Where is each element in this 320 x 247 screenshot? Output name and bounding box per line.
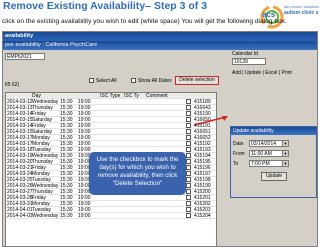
row-checkbox[interactable] bbox=[186, 117, 191, 122]
availability-window: availability pse availability : Californ… bbox=[2, 31, 318, 247]
row-checkbox[interactable] bbox=[186, 165, 191, 170]
row-day: Wednesday bbox=[32, 213, 59, 219]
row-checkbox[interactable] bbox=[186, 141, 191, 146]
window-subtitle: pse availability : California PsychCare bbox=[3, 41, 317, 50]
row-checkbox[interactable] bbox=[186, 153, 191, 158]
date-value: 03/14/2014 bbox=[251, 141, 277, 147]
show-all-dates-label: Show All Dates bbox=[138, 78, 172, 84]
instruction-callout: Use the checkbox to mark the day(s) for … bbox=[89, 152, 186, 195]
calendar-id-field[interactable]: 10139 bbox=[232, 58, 266, 65]
row-checkbox[interactable] bbox=[186, 159, 191, 164]
row-checkbox[interactable] bbox=[186, 105, 191, 110]
to-label: To bbox=[233, 161, 239, 167]
row-end-time: 19:00 bbox=[78, 213, 91, 219]
checkbox-icon bbox=[89, 78, 94, 84]
record-id-field[interactable]: EMP62021 bbox=[5, 53, 45, 60]
show-all-dates-checkbox[interactable]: Show All Dates bbox=[131, 78, 172, 84]
excel-link[interactable]: Excel bbox=[265, 70, 277, 76]
row-start-time: 15:30 bbox=[60, 213, 73, 219]
chevron-down-icon[interactable]: ▼ bbox=[282, 141, 288, 146]
delete-selection-button[interactable]: Delete selection bbox=[175, 76, 219, 85]
row-checkbox[interactable] bbox=[186, 129, 191, 134]
print-link[interactable]: Print bbox=[282, 70, 292, 76]
calendar-id-label: Calendar Id bbox=[232, 51, 258, 57]
to-value: 7:00 PM bbox=[251, 161, 270, 167]
slide-title: Remove Existing Availability– Step 3 of … bbox=[3, 0, 208, 12]
pointer-arrow-icon bbox=[193, 116, 228, 126]
from-label: From bbox=[233, 151, 245, 157]
update-availability-dialog: Update availability Date 03/14/2014 ▼ Fro… bbox=[230, 126, 317, 198]
instruction-text: click on the existing availability you w… bbox=[2, 18, 287, 25]
row-checkbox[interactable] bbox=[186, 135, 191, 140]
date-label: Date bbox=[233, 141, 244, 147]
checkbox-icon bbox=[131, 78, 136, 84]
table-row[interactable]: 2014-04-02 Wednesday 15:30 19:00 415204 bbox=[6, 213, 216, 219]
select-all-label: Select All bbox=[96, 78, 117, 84]
row-checkbox[interactable] bbox=[186, 111, 191, 116]
update-link[interactable]: Update bbox=[245, 70, 261, 76]
row-checkbox[interactable] bbox=[186, 99, 191, 104]
from-time-select[interactable]: 11:00 AM ▼ bbox=[249, 150, 289, 157]
row-checkbox[interactable] bbox=[186, 147, 191, 152]
window-title: availability bbox=[3, 32, 317, 41]
update-button[interactable]: Update bbox=[261, 172, 287, 181]
row-checkbox[interactable] bbox=[186, 183, 191, 188]
row-checkbox[interactable] bbox=[186, 177, 191, 182]
row-checkbox[interactable] bbox=[186, 189, 191, 194]
date-picker[interactable]: 03/14/2014 ▼ bbox=[249, 140, 289, 147]
from-value: 11:00 AM bbox=[251, 151, 272, 157]
row-id: 415204 bbox=[194, 213, 211, 219]
filter-code-text: 65 62) bbox=[5, 82, 20, 88]
row-checkbox[interactable] bbox=[186, 171, 191, 176]
row-checkbox[interactable] bbox=[186, 207, 191, 212]
row-checkbox[interactable] bbox=[186, 123, 191, 128]
logo-tagline: fall person stabilizer bbox=[284, 4, 320, 9]
row-date: 2014-04-02 bbox=[7, 213, 33, 219]
to-time-select[interactable]: 7:00 PM ▼ bbox=[249, 160, 289, 167]
row-checkbox[interactable] bbox=[186, 201, 191, 206]
chevron-down-icon[interactable]: ▼ bbox=[282, 161, 288, 166]
select-all-checkbox[interactable]: Select All bbox=[89, 78, 117, 84]
calendar-actions: Add | Update | Excel | Print bbox=[232, 70, 292, 76]
row-checkbox[interactable] bbox=[186, 213, 191, 218]
logo-name: autism clinic s bbox=[284, 10, 319, 16]
dialog-title: Update availability bbox=[231, 127, 316, 135]
chevron-down-icon[interactable]: ▼ bbox=[282, 151, 288, 156]
add-link[interactable]: Add bbox=[232, 70, 241, 76]
row-checkbox[interactable] bbox=[186, 195, 191, 200]
